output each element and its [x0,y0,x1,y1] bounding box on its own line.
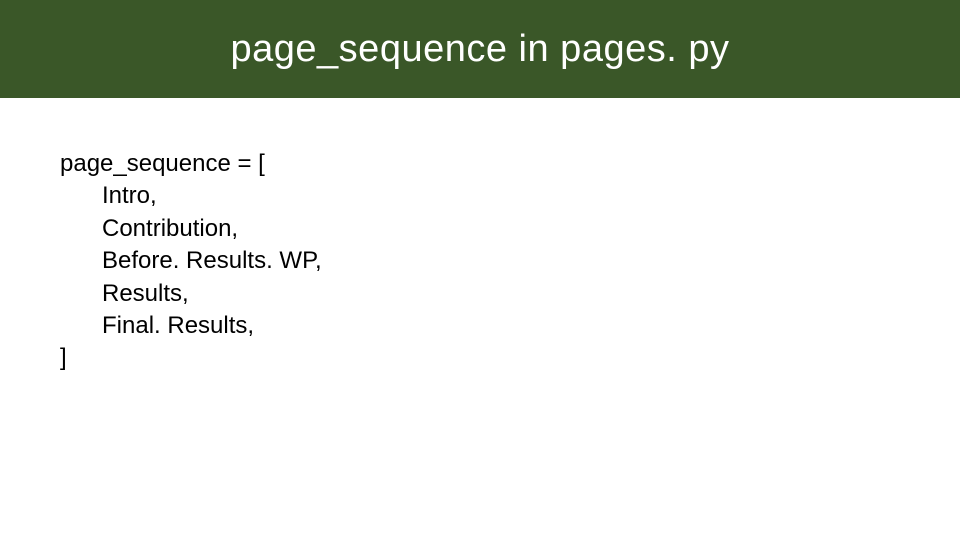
code-item: Intro, [60,180,900,212]
code-item: Results, [60,278,900,310]
code-close-line: ] [60,342,900,374]
code-item: Contribution, [60,213,900,245]
code-open-line: page_sequence = [ [60,148,900,180]
slide-title: page_sequence in pages. py [231,28,730,71]
slide-content: page_sequence = [ Intro, Contribution, B… [0,98,960,375]
code-item: Final. Results, [60,310,900,342]
slide-header: page_sequence in pages. py [0,0,960,98]
code-block: page_sequence = [ Intro, Contribution, B… [60,148,900,375]
code-item: Before. Results. WP, [60,245,900,277]
